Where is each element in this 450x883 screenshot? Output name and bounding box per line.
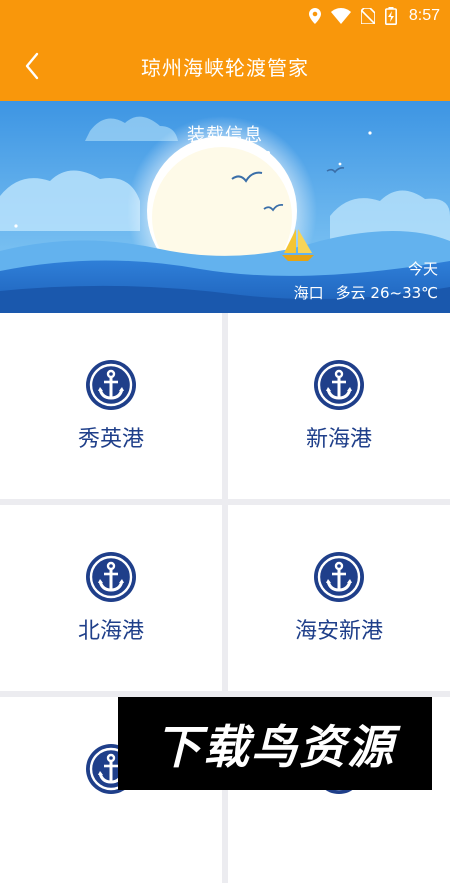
port-card-xiuying[interactable]: 秀英港 [0,313,222,499]
weather-info: 海口 多云 26~33℃ [294,282,438,303]
weather-condition: 多云 26~33℃ [335,284,438,302]
watermark-logo: 下载鸟资源 [118,697,432,790]
port-name: 海安新港 [294,619,383,644]
page-title: 琼州海峡轮渡管家 [141,56,309,80]
port-name: 新海港 [305,427,372,452]
weather-day: 今天 [407,260,438,278]
app-bar: 琼州海峡轮渡管家 [0,32,450,101]
anchor-icon [86,552,136,602]
status-bar: 8:57 [0,0,450,32]
port-name: 北海港 [77,619,144,644]
port-name: 秀英港 [77,427,144,452]
port-grid: 秀英港 新海港 北海港 海安新港 [0,313,450,883]
weather-banner: 装载信息 今天 海口 多云 26~33℃ [0,101,450,313]
anchor-icon [314,552,364,602]
no-sim-icon [360,8,375,24]
port-card-haian[interactable]: 海安新港 [228,505,450,691]
port-card-xinhai[interactable]: 新海港 [228,313,450,499]
status-time: 8:57 [408,7,440,24]
battery-charging-icon [384,7,397,25]
anchor-icon [86,360,136,410]
weather-city: 海口 [293,284,324,302]
banner-heading: 装载信息 [187,125,263,146]
anchor-icon [314,360,364,410]
wifi-icon [330,8,351,24]
location-icon [308,8,321,24]
port-card-beihai[interactable]: 北海港 [0,505,222,691]
